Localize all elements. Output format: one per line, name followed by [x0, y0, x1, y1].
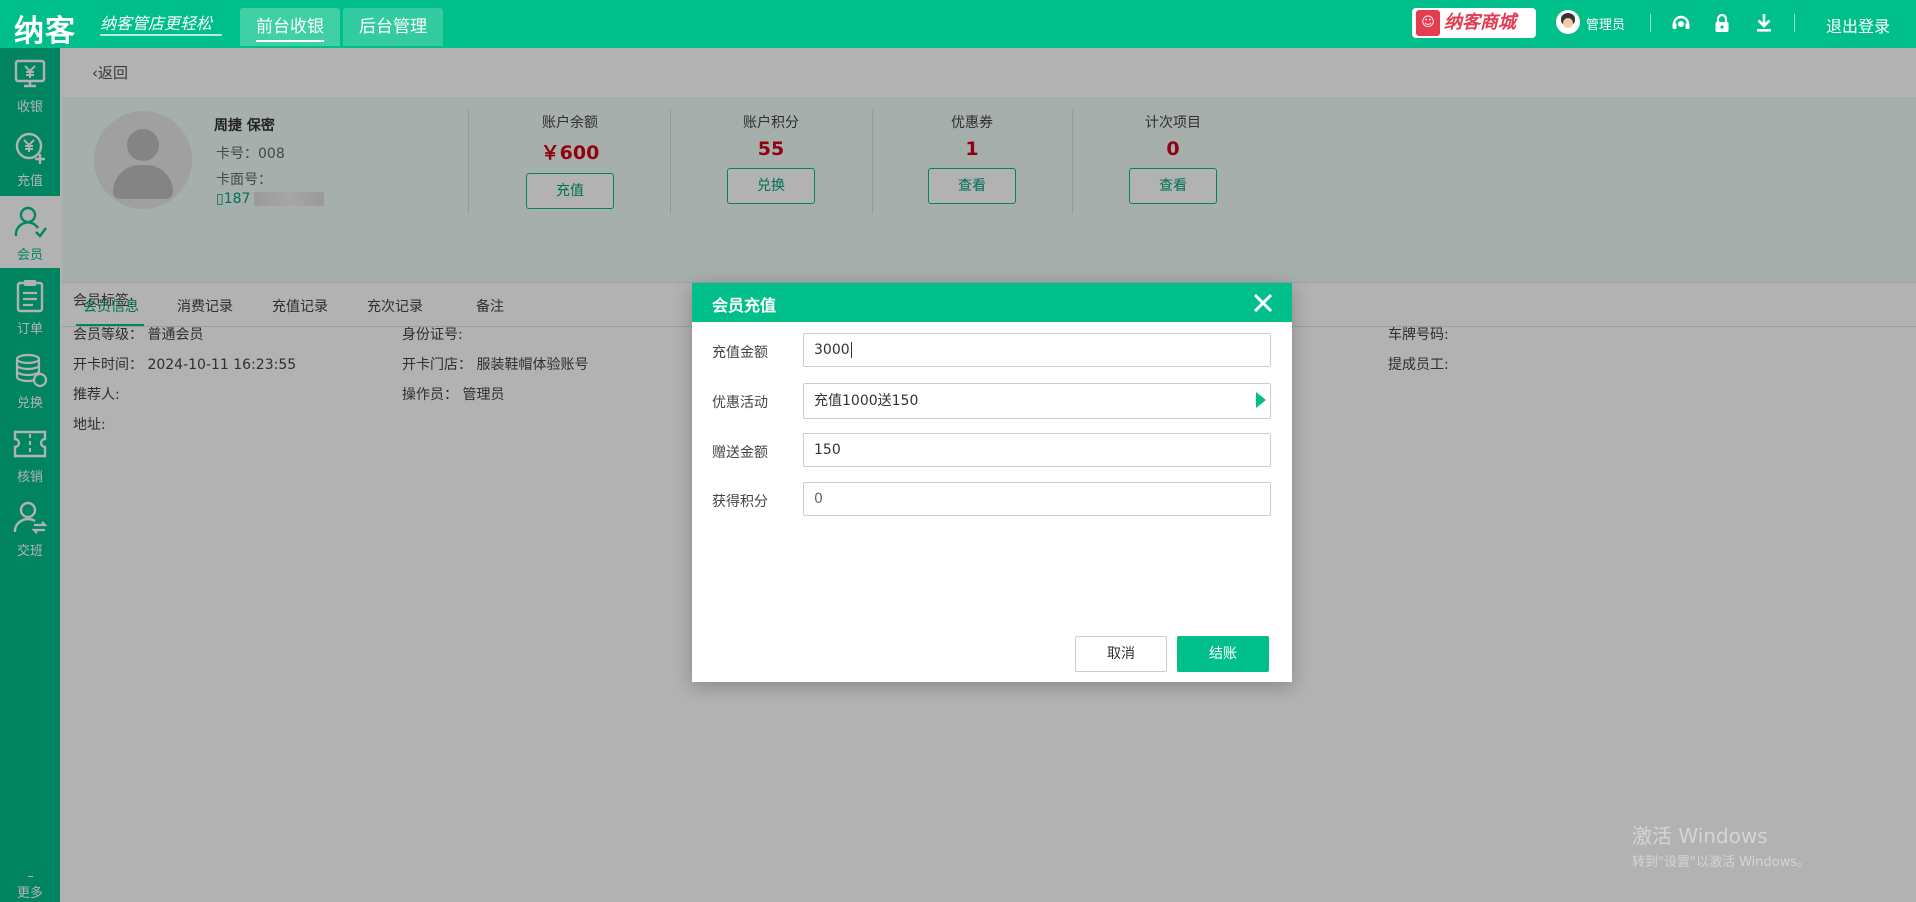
watermark-subtitle: 转到"设置"以激活 Windows。 [1632, 855, 1811, 870]
promotion-value: 充值1000送150 [814, 393, 919, 409]
field-label: 赠送金额 [712, 445, 768, 461]
windows-activation-watermark: 激活 Windows 转到"设置"以激活 Windows。 [1632, 820, 1810, 870]
mall-label: 纳客商城 [1444, 12, 1516, 33]
brand-slogan: 纳客管店更轻松 [100, 14, 213, 33]
brand-logo[interactable]: 纳客 [14, 6, 76, 50]
tab-front-cashier[interactable]: 前台收银 [240, 8, 340, 46]
slogan-underline [100, 34, 222, 36]
shopping-bag-icon: ☺ [1416, 10, 1440, 36]
recharge-dialog: 会员充值 充值金额 3000 优惠活动 充值1000送150 赠送金额 150 … [692, 283, 1292, 682]
field-label: 充值金额 [712, 345, 768, 361]
dialog-header [692, 283, 1292, 322]
caret-right-icon [1256, 392, 1266, 408]
tab-back-office[interactable]: 后台管理 [343, 8, 443, 46]
field-label: 获得积分 [712, 494, 768, 510]
field-label: 优惠活动 [712, 395, 768, 411]
checkout-button[interactable]: 结账 [1177, 636, 1269, 672]
divider [1650, 14, 1651, 32]
promotion-select[interactable]: 充值1000送150 [803, 383, 1271, 419]
lock-icon[interactable] [1711, 12, 1733, 34]
watermark-title: 激活 Windows [1632, 824, 1768, 848]
divider [1794, 14, 1795, 32]
dialog-title: 会员充值 [712, 296, 777, 315]
cancel-button[interactable]: 取消 [1075, 636, 1167, 672]
bonus-amount-input[interactable]: 150 [803, 433, 1271, 467]
tab-front-cashier-label: 前台收银 [256, 17, 324, 42]
mall-button[interactable]: ☺ 纳客商城 [1412, 8, 1536, 38]
admin-name[interactable]: 管理员 [1586, 14, 1625, 33]
top-bar: 纳客 纳客管店更轻松 前台收银 后台管理 ☺ 纳客商城 管理员 退出登录 [0, 0, 1916, 50]
recharge-amount-value: 3000 [814, 342, 850, 358]
admin-avatar[interactable] [1556, 10, 1580, 34]
text-caret [850, 342, 852, 358]
points-earned-input[interactable]: 0 [803, 482, 1271, 516]
logout-button[interactable]: 退出登录 [1826, 13, 1890, 37]
close-icon[interactable] [1250, 290, 1276, 316]
download-icon[interactable] [1753, 12, 1775, 34]
recharge-amount-input[interactable]: 3000 [803, 333, 1271, 367]
headset-icon[interactable] [1670, 12, 1692, 34]
